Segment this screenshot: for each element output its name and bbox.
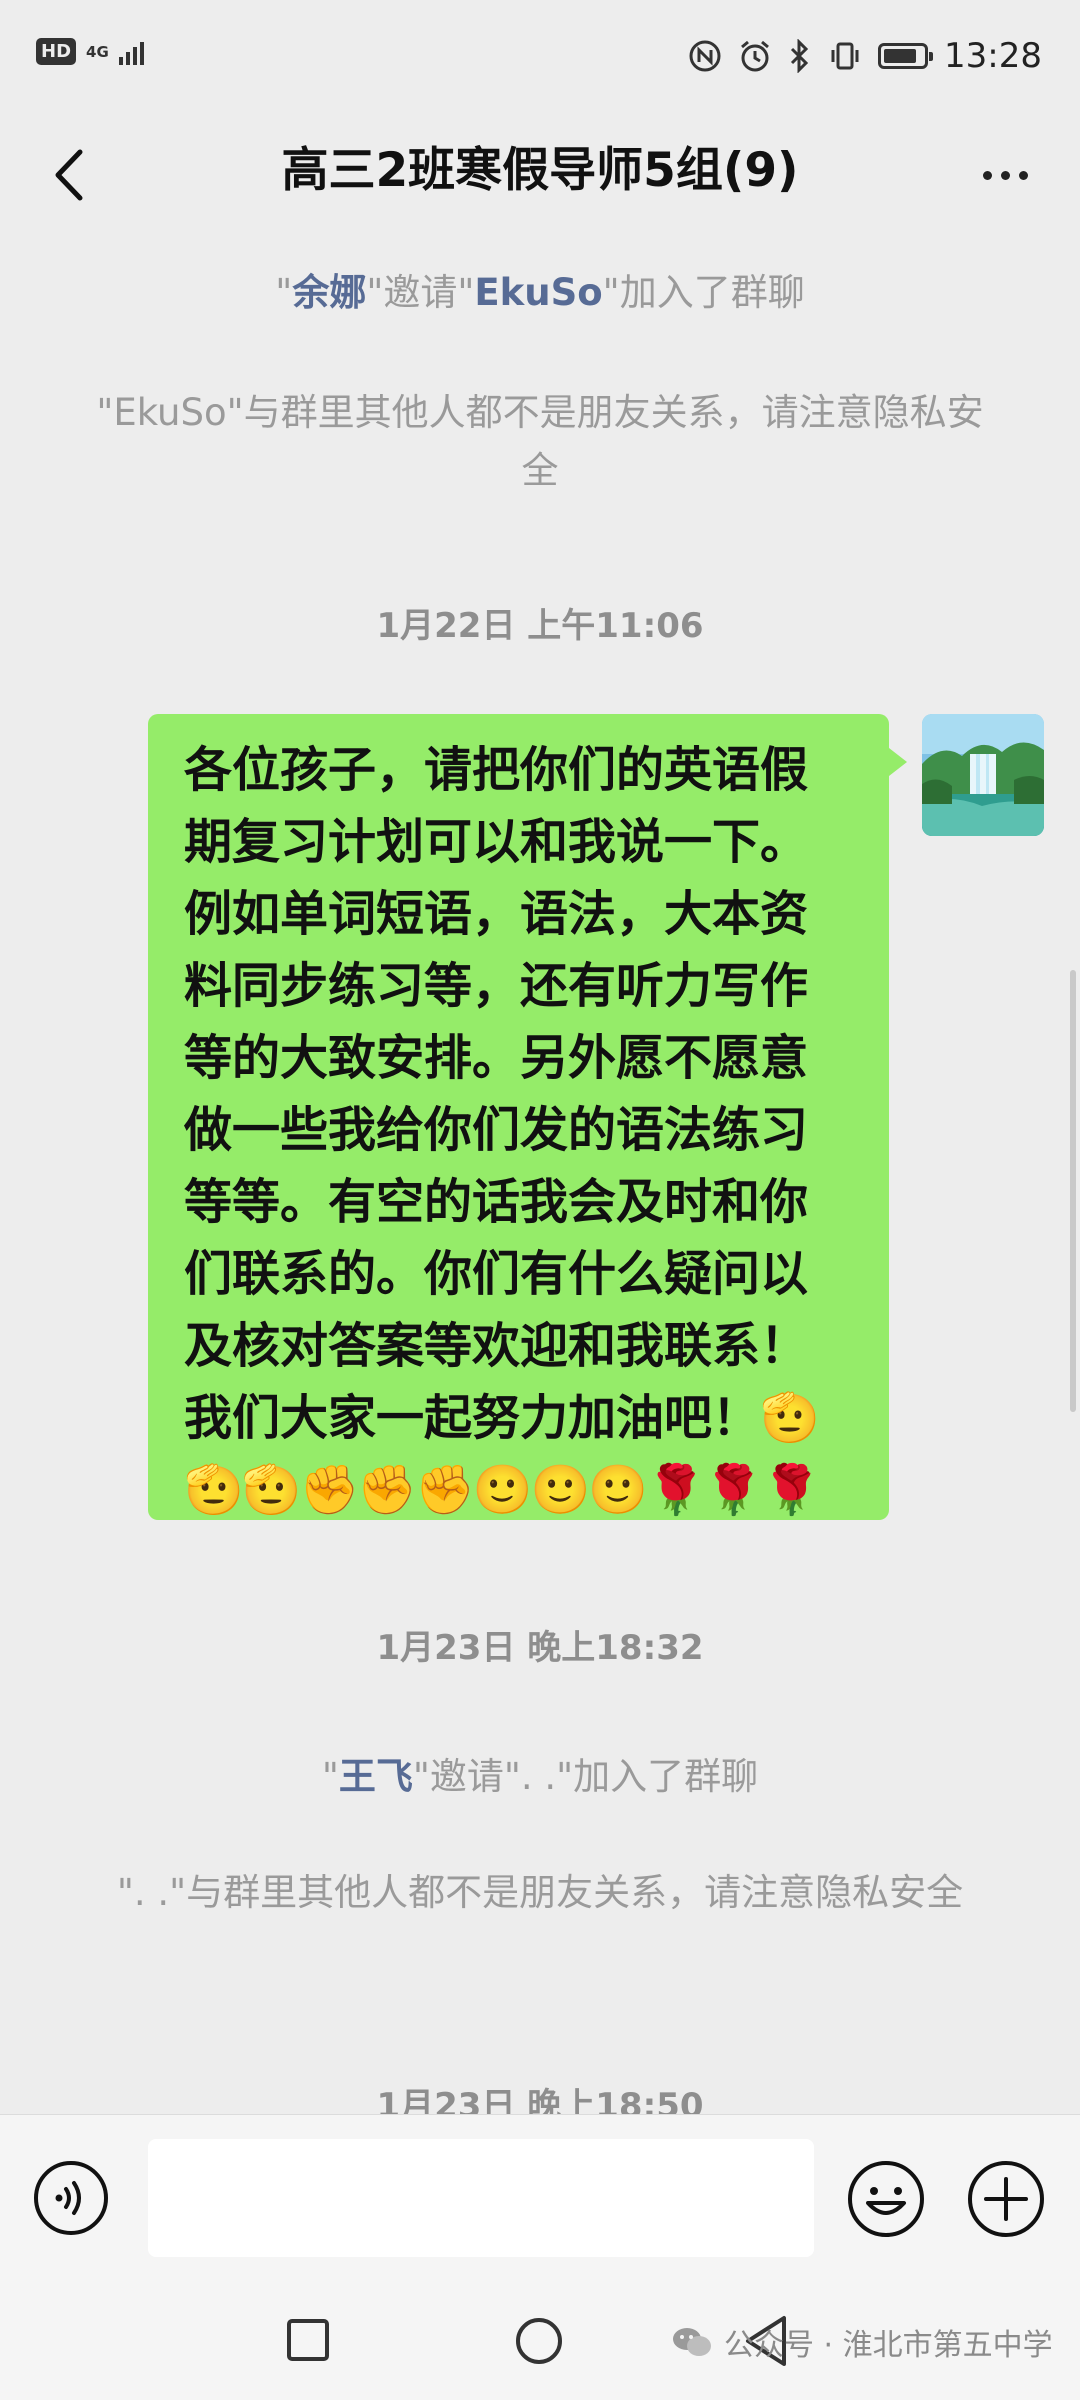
avatar[interactable] <box>922 714 1044 836</box>
emoji-icon[interactable] <box>846 2159 926 2239</box>
input-bar <box>0 2114 1080 2283</box>
status-time: 13:28 <box>944 36 1042 76</box>
plus-icon[interactable] <box>966 2159 1046 2239</box>
status-left: HD 4G <box>36 38 144 65</box>
chat-messages[interactable]: "余娜"邀请"EkuSo"加入了群聊 "EkuSo"与群里其他人都不是朋友关系，… <box>0 240 1080 2114</box>
alarm-icon <box>741 40 769 72</box>
home-icon[interactable] <box>514 2316 564 2366</box>
recent-apps-icon[interactable] <box>286 2318 330 2362</box>
system-message-invite-2: "王飞"邀请". ."加入了群聊 <box>321 1755 759 1798</box>
system-navigation: 公众号 · 淮北市第五中学 <box>0 2282 1080 2400</box>
hd-icon: HD <box>36 38 77 65</box>
network-type: 4G <box>86 42 109 61</box>
chat-header: 高三2班寒假导师5组(9) <box>0 118 1080 240</box>
message-input[interactable] <box>148 2139 814 2257</box>
battery-icon <box>878 43 934 69</box>
status-right: 13:28 <box>688 36 1042 76</box>
invitee-name[interactable]: EkuSo <box>474 271 602 314</box>
voice-icon[interactable] <box>32 2159 110 2237</box>
message-bubble[interactable]: 各位孩子，请把你们的英语假期复习计划可以和我说一下。例如单词短语，语法，大本资料… <box>148 714 907 1520</box>
system-message-privacy-2: ". ."与群里其他人都不是朋友关系，请注意隐私安全 <box>116 1871 964 1914</box>
inviter-name[interactable]: 余娜 <box>292 271 366 314</box>
timestamp: 1月23日 晚上18:32 <box>376 1628 704 1668</box>
more-icon[interactable] <box>970 140 1040 210</box>
timestamp: 1月22日 上午11:06 <box>376 606 704 646</box>
vibrate-icon <box>831 42 859 70</box>
message-text: 各位孩子，请把你们的英语假期复习计划可以和我说一下。例如单词短语，语法，大本资料… <box>184 742 820 1446</box>
chat-title: 高三2班寒假导师5组(9) <box>281 143 799 198</box>
status-bar: HD 4G 13:28 <box>0 0 1080 118</box>
system-message-invite-1: "余娜"邀请"EkuSo"加入了群聊 <box>275 271 805 314</box>
message-emojis: 🫡🫡✊✊✊🙂🙂🙂🌹🌹🌹 <box>184 1462 821 1518</box>
watermark-text: 公众号 · 淮北市第五中学 <box>724 2328 1053 2363</box>
inviter-name[interactable]: 王飞 <box>339 1755 413 1798</box>
bluetooth-icon <box>790 39 809 73</box>
timestamp: 1月23日 晚上18:50 <box>376 2086 704 2114</box>
system-message-privacy-1: "EkuSo"与群里其他人都不是朋友关系，请注意隐私安全 <box>96 391 984 492</box>
scrollbar[interactable] <box>1070 970 1076 1412</box>
nfc-icon <box>689 40 721 72</box>
signal-icon <box>118 39 144 65</box>
wechat-official-icon <box>673 2328 711 2356</box>
battery-fill <box>884 49 917 63</box>
watermark: 公众号 · 淮北市第五中学 <box>672 2320 1053 2364</box>
